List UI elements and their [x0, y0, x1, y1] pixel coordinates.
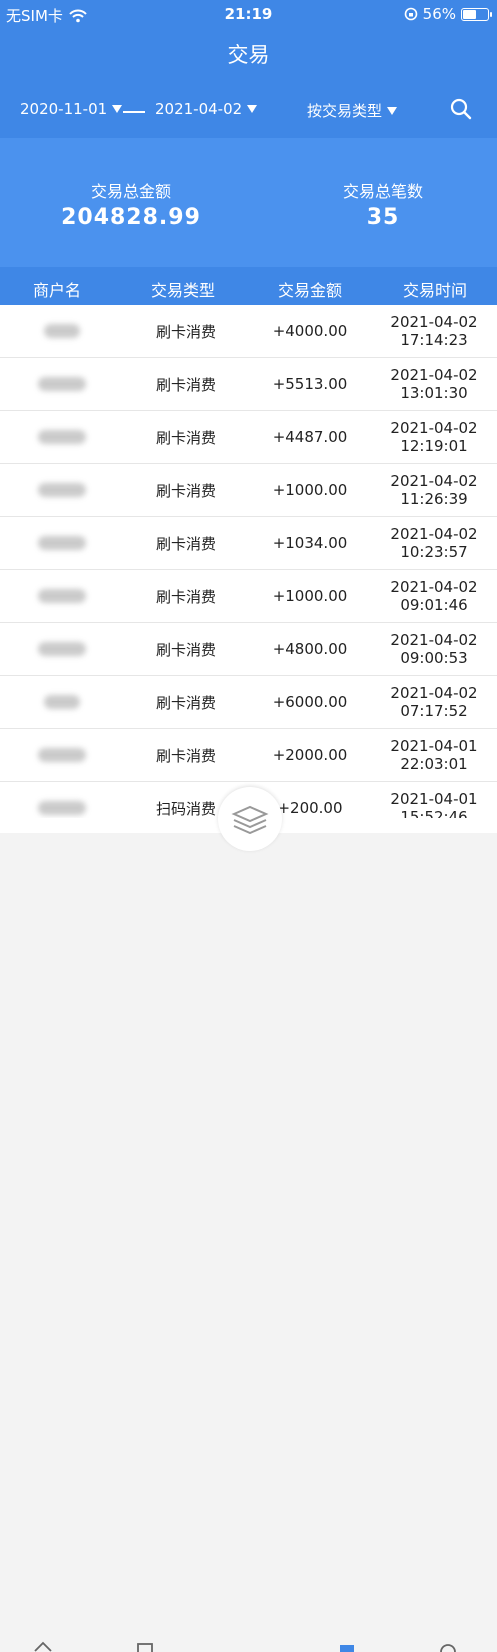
table-row[interactable]: 刷卡消费 +1000.00 2021-04-02 11:26:39 — [0, 464, 497, 517]
column-header-type: 交易类型 — [150, 281, 215, 300]
transaction-amount: +2000.00 — [272, 746, 348, 764]
transaction-type: 刷卡消费 — [155, 428, 216, 447]
merchant-name-redacted — [38, 536, 86, 550]
status-bar: 无SIM卡 21:19 56% — [0, 0, 497, 28]
transaction-type: 刷卡消费 — [155, 693, 216, 712]
battery-percent: 56% — [422, 5, 456, 23]
merchant-name-redacted — [44, 324, 80, 338]
dropdown-arrow-icon — [112, 105, 123, 113]
total-count-label: 交易总笔数 — [342, 182, 423, 201]
layers-icon — [231, 805, 269, 834]
end-date-label: 2021-04-02 — [155, 100, 243, 118]
document-icon[interactable] — [135, 1640, 155, 1652]
center-action-button[interactable] — [218, 787, 282, 851]
transaction-amount: +4800.00 — [272, 640, 348, 658]
transaction-time: 2021-04-02 09:01:46 — [390, 578, 478, 614]
total-count-value: 35 — [366, 205, 400, 230]
transaction-amount: +1034.00 — [272, 534, 348, 552]
column-header-merchant: 商户名 — [32, 281, 81, 300]
transaction-type: 刷卡消费 — [155, 322, 216, 341]
transaction-amount: +1000.00 — [272, 587, 348, 605]
transaction-time: 2021-04-02 17:14:23 — [390, 313, 478, 349]
transaction-type-label: 按交易类型 — [307, 102, 383, 120]
transaction-type: 刷卡消费 — [155, 746, 216, 765]
merchant-name-redacted — [44, 695, 80, 709]
transaction-type: 刷卡消费 — [155, 534, 216, 553]
dropdown-arrow-icon — [247, 105, 258, 113]
start-date-label: 2020-11-01 — [20, 100, 108, 118]
merchant-name-redacted — [38, 430, 86, 444]
transaction-time: 2021-04-01 22:03:01 — [390, 737, 478, 773]
merchant-name-redacted — [38, 801, 86, 815]
transaction-amount: +5513.00 — [272, 375, 348, 393]
table-row[interactable]: 刷卡消费 +4487.00 2021-04-02 12:19:01 — [0, 411, 497, 464]
transaction-time: 2021-04-02 09:00:53 — [390, 631, 478, 667]
merchant-name-redacted — [38, 642, 86, 656]
transaction-time: 2021-04-02 07:17:52 — [390, 684, 478, 720]
table-row[interactable]: 刷卡消费 +4000.00 2021-04-02 17:14:23 — [0, 305, 497, 358]
table-row[interactable]: 刷卡消费 +1000.00 2021-04-02 09:01:46 — [0, 570, 497, 623]
table-row[interactable]: 刷卡消费 +6000.00 2021-04-02 07:17:52 — [0, 676, 497, 729]
total-amount-value: 204828.99 — [61, 205, 201, 230]
table-row[interactable]: 刷卡消费 +4800.00 2021-04-02 09:00:53 — [0, 623, 497, 676]
table-row[interactable]: 刷卡消费 +5513.00 2021-04-02 13:01:30 — [0, 358, 497, 411]
merchant-name-redacted — [38, 483, 86, 497]
transaction-time: 2021-04-02 10:23:57 — [390, 525, 478, 561]
column-header-time: 交易时间 — [402, 281, 467, 300]
total-count-block: 交易总笔数 35 — [308, 178, 458, 230]
transaction-time: 2021-04-02 11:26:39 — [390, 472, 478, 508]
filter-bar: 2020-11-01 2021-04-02 按交易类型 — [0, 82, 497, 138]
column-header-amount: 交易金额 — [277, 281, 342, 300]
page-title: 交易 — [0, 28, 497, 82]
transactions-tab-icon[interactable] — [337, 1640, 357, 1652]
battery-icon — [461, 7, 492, 21]
table-row[interactable]: 刷卡消费 +1034.00 2021-04-02 10:23:57 — [0, 517, 497, 570]
home-icon[interactable] — [33, 1640, 53, 1652]
transaction-type: 刷卡消费 — [155, 587, 216, 606]
total-amount-block: 交易总金额 204828.99 — [56, 178, 206, 230]
total-amount-label: 交易总金额 — [90, 182, 171, 201]
table-row[interactable]: 刷卡消费 +2000.00 2021-04-01 22:03:01 — [0, 729, 497, 782]
transaction-amount: +6000.00 — [272, 693, 348, 711]
transaction-type-filter[interactable]: 按交易类型 — [307, 100, 398, 121]
transaction-time: 2021-04-02 13:01:30 — [390, 366, 478, 402]
date-range-separator — [123, 111, 145, 113]
merchant-name-redacted — [38, 377, 86, 391]
transaction-amount: +1000.00 — [272, 481, 348, 499]
transaction-type: 刷卡消费 — [155, 481, 216, 500]
start-date-picker[interactable]: 2020-11-01 — [20, 100, 123, 118]
summary-panel: 交易总金额 204828.99 交易总笔数 35 — [0, 138, 497, 267]
merchant-name-redacted — [38, 748, 86, 762]
transaction-type: 刷卡消费 — [155, 640, 216, 659]
profile-icon[interactable] — [438, 1640, 458, 1652]
merchant-name-redacted — [38, 589, 86, 603]
dropdown-arrow-icon — [387, 106, 398, 115]
search-icon[interactable] — [450, 98, 472, 120]
rotation-lock-icon — [404, 7, 417, 21]
transaction-type: 刷卡消费 — [155, 375, 216, 394]
transaction-list: 刷卡消费 +4000.00 2021-04-02 17:14:23 刷卡消费 +5… — [0, 305, 497, 833]
end-date-picker[interactable]: 2021-04-02 — [155, 100, 258, 118]
transaction-time: 2021-04-02 12:19:01 — [390, 419, 478, 455]
transaction-amount: +4000.00 — [272, 322, 348, 340]
table-header: 商户名 交易类型 交易金额 交易时间 — [0, 267, 497, 305]
transaction-amount: +4487.00 — [272, 428, 348, 446]
